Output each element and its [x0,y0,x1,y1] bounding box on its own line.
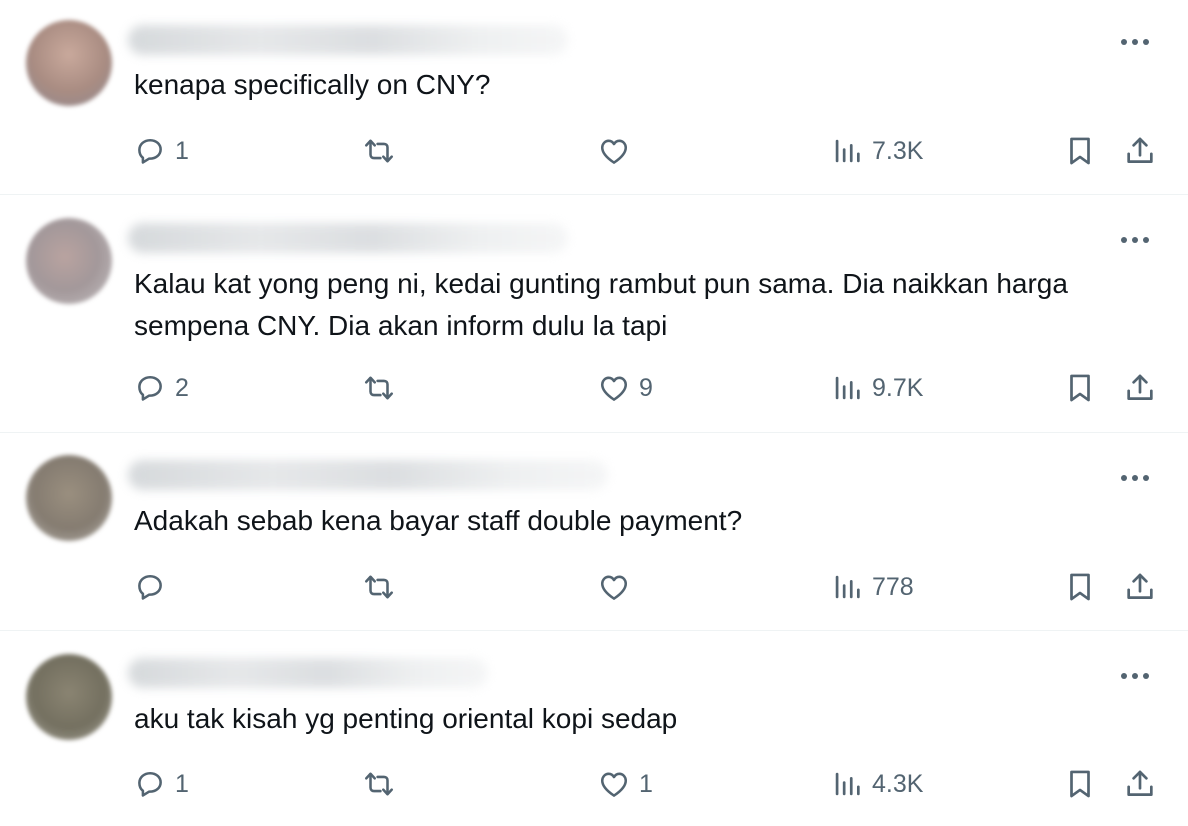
author-name-redacted[interactable] [128,460,608,490]
more-dot [1132,237,1138,243]
reply-count: 1 [175,769,189,798]
reply-button[interactable]: 2 [133,368,189,408]
heart-icon [600,575,628,600]
repost-arrows-icon [364,139,394,163]
author-name-redacted[interactable] [128,25,568,55]
bar-chart-icon [835,772,860,796]
more-dot [1132,673,1138,679]
speech-bubble-icon [138,574,162,600]
more-options-button[interactable] [1112,231,1158,249]
speech-bubble-icon [138,771,162,797]
views-count: 9.7K [872,373,924,402]
more-dot [1132,39,1138,45]
share-upload-icon [1127,573,1153,599]
bar-chart-icon [835,139,860,163]
more-dots-icon [1121,237,1127,243]
like-button[interactable]: 1 [597,764,653,804]
speech-bubble-icon [138,138,162,164]
author-name-redacted[interactable] [128,223,568,253]
avatar[interactable] [26,218,112,304]
bookmark-button[interactable] [1063,764,1097,804]
like-button[interactable]: 9 [597,368,653,408]
repost-button[interactable] [362,131,404,171]
more-options-button[interactable] [1112,33,1158,51]
like-count: 9 [639,373,653,402]
bookmark-button[interactable] [1063,131,1097,171]
more-options-button[interactable] [1112,667,1158,685]
repost-arrows-icon [364,575,394,599]
like-button[interactable] [597,567,639,607]
reply-count: 2 [175,373,189,402]
share-button[interactable] [1123,368,1157,408]
more-dot [1143,673,1149,679]
reply-item[interactable]: kenapa specifically on CNY? 1 7.3K [0,0,1188,194]
more-dot [1143,237,1149,243]
bookmark-icon [1070,374,1090,402]
share-upload-icon [1127,770,1153,796]
views-count: 778 [872,572,914,601]
action-bar: 1 1 4.3K [0,764,1188,804]
reply-text: aku tak kisah yg penting oriental kopi s… [134,703,678,734]
reply-text: Kalau kat yong peng ni, kedai gunting ra… [134,268,1068,341]
more-dots-icon [1121,39,1127,45]
views-button[interactable]: 4.3K [830,764,923,804]
repost-button[interactable] [362,368,404,408]
author-name-redacted[interactable] [128,658,488,688]
reply-item[interactable]: Adakah sebab kena bayar staff double pay… [0,433,1188,630]
views-button[interactable]: 7.3K [830,131,923,171]
speech-bubble-icon [138,375,162,401]
bookmark-icon [1070,573,1090,601]
repost-arrows-icon [364,772,394,796]
bookmark-icon [1070,137,1090,165]
bookmark-button[interactable] [1063,567,1097,607]
reply-text: Adakah sebab kena bayar staff double pay… [134,505,743,536]
repost-button[interactable] [362,567,404,607]
more-dot [1143,475,1149,481]
views-button[interactable]: 778 [830,567,914,607]
reply-text: kenapa specifically on CNY? [134,69,491,100]
heart-icon [600,139,628,164]
heart-icon [600,772,628,797]
action-bar: 1 7.3K [0,131,1188,171]
repost-button[interactable] [362,764,404,804]
action-bar: 778 [0,567,1188,607]
reply-button[interactable]: 1 [133,764,189,804]
reply-item[interactable]: Kalau kat yong peng ni, kedai gunting ra… [0,195,1188,432]
reply-item[interactable]: aku tak kisah yg penting oriental kopi s… [0,631,1188,826]
like-button[interactable] [597,131,639,171]
avatar[interactable] [26,20,112,106]
reply-button[interactable] [133,567,175,607]
more-dot [1132,475,1138,481]
more-dot [1143,39,1149,45]
bookmark-button[interactable] [1063,368,1097,408]
views-button[interactable]: 9.7K [830,368,923,408]
share-button[interactable] [1123,131,1157,171]
views-count: 7.3K [872,136,924,165]
avatar[interactable] [26,455,112,541]
share-upload-icon [1127,137,1153,163]
reply-count: 1 [175,136,189,165]
bookmark-icon [1070,770,1090,798]
share-button[interactable] [1123,764,1157,804]
avatar[interactable] [26,654,112,740]
more-dots-icon [1121,475,1127,481]
share-upload-icon [1127,374,1153,400]
more-dots-icon [1121,673,1127,679]
bar-chart-icon [835,575,860,599]
repost-arrows-icon [364,376,394,400]
like-count: 1 [639,769,653,798]
more-options-button[interactable] [1112,469,1158,487]
heart-icon [600,376,628,401]
action-bar: 2 9 9.7K [0,368,1188,408]
share-button[interactable] [1123,567,1157,607]
bar-chart-icon [835,376,860,400]
reply-button[interactable]: 1 [133,131,189,171]
views-count: 4.3K [872,769,924,798]
